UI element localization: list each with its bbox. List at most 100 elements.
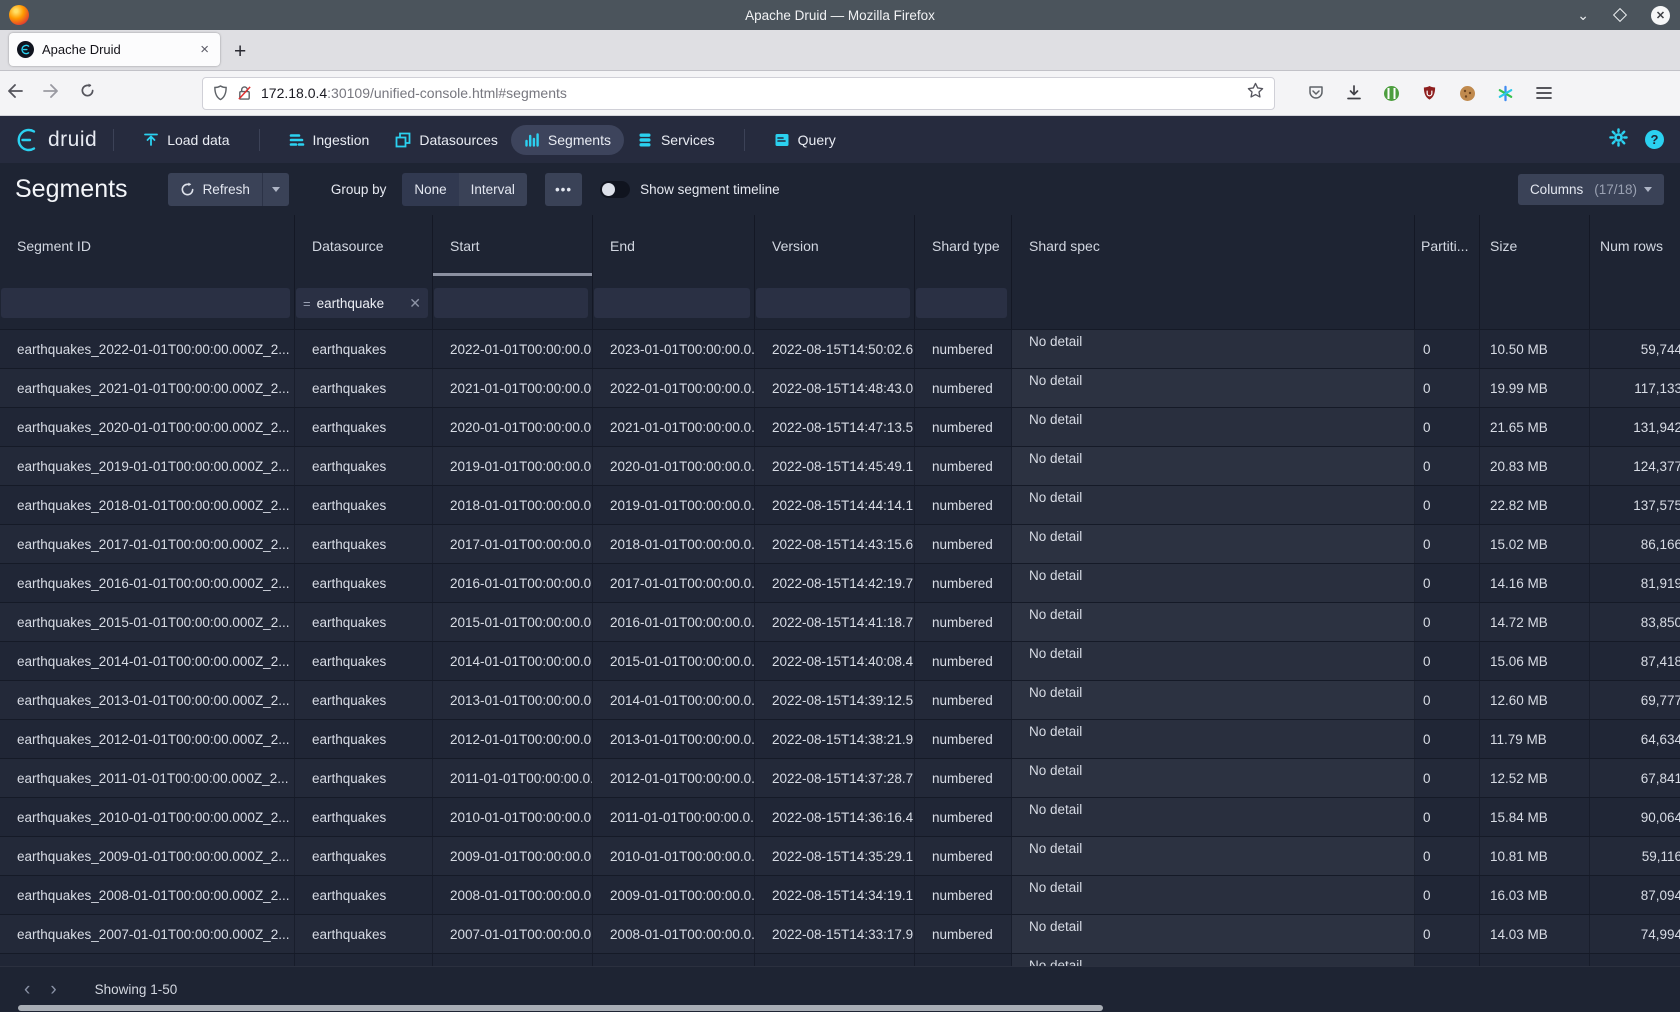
table-row[interactable]: earthquakes_2020-01-01T00:00:00.000Z_2..…: [0, 407, 1680, 446]
refresh-dropdown-button[interactable]: [262, 173, 289, 206]
table-row[interactable]: earthquakes_2009-01-01T00:00:00.000Z_2..…: [0, 836, 1680, 875]
multi-account-icon[interactable]: [1497, 85, 1514, 102]
column-header-version[interactable]: Version: [755, 215, 915, 277]
table-row[interactable]: earthquakes_2007-01-01T00:00:00.000Z_2..…: [0, 914, 1680, 953]
cell-shard-spec: No detail: [1012, 486, 1415, 524]
cell-shard-type: numbered: [915, 915, 1012, 953]
table-row[interactable]: earthquakes_2017-01-01T00:00:00.000Z_2..…: [0, 524, 1680, 563]
url-text[interactable]: 172.18.0.4:30109/unified-console.html#se…: [261, 85, 1247, 101]
column-header-segment-id[interactable]: Segment ID: [0, 215, 295, 277]
column-header-shard-type[interactable]: Shard type: [915, 215, 1012, 277]
nav-datasources[interactable]: Datasources: [382, 125, 511, 155]
version-filter-input[interactable]: [756, 288, 910, 318]
cell-start: 2015-01-01T00:00:00.0...: [433, 603, 593, 641]
bar-chart-icon: [524, 132, 540, 148]
partial-row-body: No detail: [0, 953, 1680, 966]
download-icon[interactable]: [1345, 85, 1362, 102]
table-row[interactable]: earthquakes_2021-01-01T00:00:00.000Z_2..…: [0, 368, 1680, 407]
divider: [744, 129, 745, 151]
cell-end: 2009-01-01T00:00:00.0...: [593, 876, 755, 914]
cell-size: 10.81 MB: [1480, 837, 1590, 875]
table-row[interactable]: No detail: [0, 953, 1680, 966]
refresh-button[interactable]: Refresh: [168, 173, 262, 206]
group-by-none-button[interactable]: None: [402, 173, 458, 206]
new-tab-button[interactable]: +: [234, 41, 246, 62]
nav-services[interactable]: Services: [624, 125, 728, 155]
gear-icon[interactable]: [1609, 128, 1628, 152]
help-icon[interactable]: ?: [1645, 130, 1664, 149]
next-page-icon[interactable]: ›: [40, 979, 66, 1001]
table-row[interactable]: earthquakes_2018-01-01T00:00:00.000Z_2..…: [0, 485, 1680, 524]
cell-num-rows: 117,133: [1590, 369, 1680, 407]
horizontal-scrollbar[interactable]: [18, 1005, 1103, 1011]
cell-datasource: earthquakes: [295, 408, 433, 446]
table-row[interactable]: earthquakes_2022-01-01T00:00:00.000Z_2..…: [0, 329, 1680, 368]
cell-num-rows: 131,942: [1590, 408, 1680, 446]
forward-icon[interactable]: [36, 83, 66, 103]
ublock-icon[interactable]: [1421, 85, 1438, 102]
cell-num-rows: 87,094: [1590, 876, 1680, 914]
menu-icon[interactable]: [1535, 85, 1552, 102]
nav-segments[interactable]: Segments: [511, 125, 624, 155]
cell-size: 22.82 MB: [1480, 486, 1590, 524]
remove-filter-icon[interactable]: ✕: [409, 295, 421, 312]
table-row[interactable]: earthquakes_2011-01-01T00:00:00.000Z_2..…: [0, 758, 1680, 797]
nav-load-data[interactable]: Load data: [130, 125, 242, 155]
nav-ingestion[interactable]: Ingestion: [276, 125, 383, 155]
cell-version: 2022-08-15T14:48:43.0...: [755, 369, 915, 407]
group-by-interval-button[interactable]: Interval: [459, 173, 527, 206]
druid-logo[interactable]: druid: [14, 126, 97, 154]
timeline-toggle[interactable]: [600, 181, 630, 198]
cell-num-rows: 137,575: [1590, 486, 1680, 524]
column-header-end[interactable]: End: [593, 215, 755, 277]
prev-page-icon[interactable]: ‹: [14, 979, 40, 1001]
nav-query[interactable]: Query: [761, 125, 849, 155]
cell-shard-spec: No detail: [1012, 798, 1415, 836]
table-row[interactable]: earthquakes_2015-01-01T00:00:00.000Z_2..…: [0, 602, 1680, 641]
more-options-button[interactable]: •••: [545, 173, 582, 206]
close-icon[interactable]: ✕: [1651, 6, 1670, 25]
bookmark-star-icon[interactable]: [1247, 82, 1264, 104]
column-header-partition[interactable]: Partiti...: [1415, 215, 1480, 277]
cell-start: 2020-01-01T00:00:00.0...: [433, 408, 593, 446]
table-row[interactable]: earthquakes_2010-01-01T00:00:00.000Z_2..…: [0, 797, 1680, 836]
url-bar[interactable]: 172.18.0.4:30109/unified-console.html#se…: [202, 77, 1275, 110]
cookie-icon[interactable]: [1459, 85, 1476, 102]
cell-partition: [1415, 954, 1480, 966]
column-header-shard-spec[interactable]: Shard spec: [1012, 215, 1415, 277]
column-header-datasource[interactable]: Datasource: [295, 215, 433, 277]
segment-id-filter-input[interactable]: [1, 288, 290, 318]
minimize-icon[interactable]: ⌄: [1577, 8, 1589, 22]
start-filter-input[interactable]: [434, 288, 588, 318]
cell-shard-type: numbered: [915, 603, 1012, 641]
columns-button[interactable]: Columns(17/18): [1518, 174, 1664, 205]
column-header-num-rows[interactable]: Num rows: [1590, 215, 1680, 277]
shield-icon[interactable]: [213, 85, 228, 101]
table-row[interactable]: earthquakes_2016-01-01T00:00:00.000Z_2..…: [0, 563, 1680, 602]
table-row[interactable]: earthquakes_2014-01-01T00:00:00.000Z_2..…: [0, 641, 1680, 680]
cell-segment-id: earthquakes_2017-01-01T00:00:00.000Z_2..…: [0, 525, 295, 563]
column-header-size[interactable]: Size: [1480, 215, 1590, 277]
maximize-icon[interactable]: [1613, 8, 1627, 22]
tab-close-icon[interactable]: ×: [197, 41, 212, 58]
tab-apache-druid[interactable]: Apache Druid ×: [9, 33, 220, 66]
filter-tag-value: earthquake: [317, 296, 404, 311]
table-row[interactable]: earthquakes_2008-01-01T00:00:00.000Z_2..…: [0, 875, 1680, 914]
filter-cell-empty: [1590, 277, 1680, 329]
cell-num-rows: 67,841: [1590, 759, 1680, 797]
column-header-start[interactable]: Start: [433, 215, 593, 277]
cell-version: 2022-08-15T14:34:19.1...: [755, 876, 915, 914]
privacy-badger-icon[interactable]: [1383, 85, 1400, 102]
pocket-icon[interactable]: [1307, 85, 1324, 102]
datasource-filter-input[interactable]: = earthquake ✕: [296, 288, 428, 318]
end-filter-input[interactable]: [594, 288, 750, 318]
table-row[interactable]: earthquakes_2019-01-01T00:00:00.000Z_2..…: [0, 446, 1680, 485]
table-row[interactable]: earthquakes_2013-01-01T00:00:00.000Z_2..…: [0, 680, 1680, 719]
cell-shard-spec: No detail: [1012, 759, 1415, 797]
table-row[interactable]: earthquakes_2012-01-01T00:00:00.000Z_2..…: [0, 719, 1680, 758]
lock-crossed-icon[interactable]: [237, 85, 252, 101]
shard-type-filter-input[interactable]: [916, 288, 1007, 318]
back-icon[interactable]: [0, 83, 30, 103]
reload-icon[interactable]: [72, 83, 102, 103]
cell-shard-type: numbered: [915, 408, 1012, 446]
